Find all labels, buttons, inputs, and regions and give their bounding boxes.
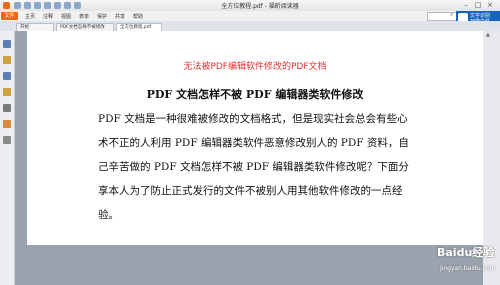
security-lock-icon[interactable] bbox=[3, 120, 11, 128]
left-navigation-panel bbox=[0, 31, 15, 285]
attachment-icon[interactable] bbox=[3, 104, 11, 112]
menu-item-form[interactable]: 表单 bbox=[79, 13, 89, 20]
window-title: 全方位教程.pdf - 福昕阅读器 bbox=[221, 3, 299, 10]
select-icon[interactable] bbox=[54, 2, 61, 9]
signature-icon[interactable] bbox=[3, 136, 11, 144]
file-menu-button[interactable]: 文件 bbox=[1, 12, 18, 20]
comments-icon[interactable] bbox=[3, 88, 11, 96]
undo-icon[interactable] bbox=[64, 2, 71, 9]
close-button[interactable]: × bbox=[486, 1, 494, 9]
tab-tutorial-pdf[interactable]: 全方位教程.pdf bbox=[116, 23, 162, 31]
redo-icon[interactable] bbox=[74, 2, 81, 9]
app-logo-icon bbox=[3, 2, 10, 9]
hand-tool-icon[interactable] bbox=[44, 2, 51, 9]
menu-item-share[interactable]: 共享 bbox=[115, 13, 125, 20]
bookmark-icon[interactable] bbox=[3, 40, 11, 48]
menu-item-view[interactable]: 视图 bbox=[61, 13, 71, 20]
print-icon[interactable] bbox=[34, 2, 41, 9]
tab-pdf-document[interactable]: PDF文档怎样不被修改 bbox=[56, 23, 114, 31]
menu-item-comment[interactable]: 注释 bbox=[43, 13, 53, 20]
document-red-title: 无法被PDF编辑软件修改的PDF文档 bbox=[183, 62, 327, 72]
document-body-text: PDF 文档是一种很难被修改的文档格式，但是现实社会总会有些心术不正的人利用 P… bbox=[98, 113, 409, 221]
menu-item-protect[interactable]: 保护 bbox=[97, 13, 107, 20]
open-icon[interactable] bbox=[14, 2, 21, 9]
scroll-up-arrow-icon[interactable]: ▲ bbox=[486, 32, 490, 38]
minimize-button[interactable]: – bbox=[462, 1, 470, 9]
document-heading: PDF 文档怎样不被 PDF 编辑器类软件修改 bbox=[146, 88, 364, 101]
baidu-watermark-url: jingyan.baidu.com bbox=[440, 265, 496, 272]
search-icon[interactable]: ⌕ bbox=[450, 11, 453, 19]
pages-icon[interactable] bbox=[3, 56, 11, 64]
layers-icon[interactable] bbox=[3, 72, 11, 80]
baidu-watermark: Baidu经验 bbox=[437, 246, 495, 259]
tab-start[interactable]: 开始 bbox=[16, 23, 54, 31]
menu-item-help[interactable]: 帮助 bbox=[133, 13, 143, 20]
pdf-page: 无法被PDF编辑软件修改的PDF文档 PDF 文档怎样不被 PDF 编辑器类软件… bbox=[27, 31, 483, 245]
menu-item-home[interactable]: 主页 bbox=[25, 13, 35, 20]
save-icon[interactable] bbox=[24, 2, 31, 9]
maximize-button[interactable]: □ bbox=[474, 1, 482, 9]
